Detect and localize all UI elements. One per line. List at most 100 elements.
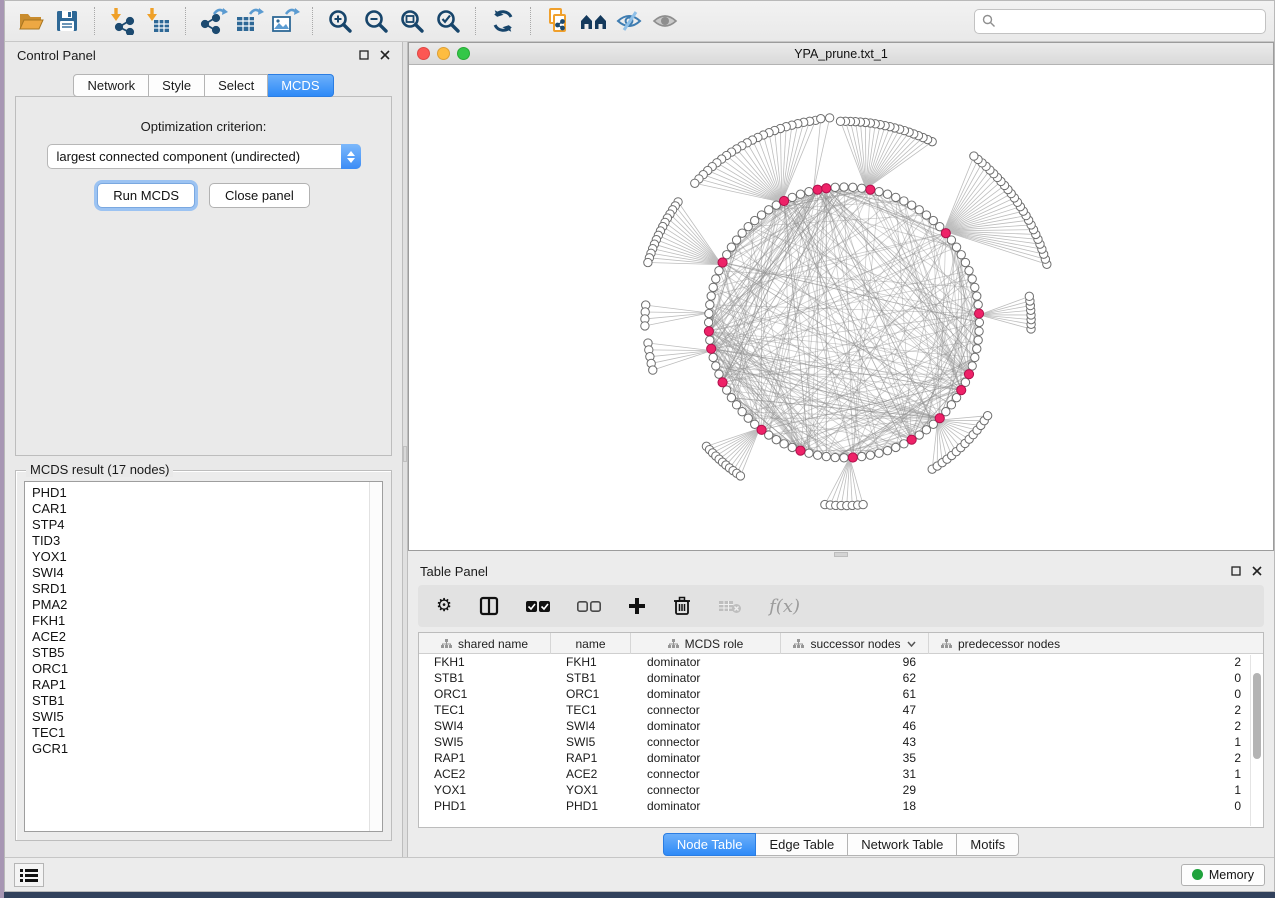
import-table-button[interactable] bbox=[140, 4, 176, 38]
vertical-splitter-handle[interactable] bbox=[403, 446, 407, 462]
table-cell[interactable]: 2 bbox=[929, 750, 1263, 766]
table-cell[interactable]: ORC1 bbox=[551, 686, 631, 702]
table-row[interactable]: STB1STB1dominator620 bbox=[419, 670, 1263, 686]
column-header-name[interactable]: name bbox=[551, 633, 631, 654]
table-cell[interactable]: 46 bbox=[781, 718, 929, 734]
column-header-shared-name[interactable]: shared name bbox=[419, 633, 551, 654]
open-session-button[interactable] bbox=[13, 4, 49, 38]
zoom-selected-button[interactable] bbox=[430, 4, 466, 38]
network-canvas[interactable] bbox=[409, 65, 1273, 550]
export-image-button[interactable] bbox=[267, 4, 303, 38]
mcds-node-item[interactable]: ORC1 bbox=[32, 661, 369, 677]
tab-style[interactable]: Style bbox=[149, 74, 205, 97]
column-header-predecessor-nodes[interactable]: predecessor nodes bbox=[929, 633, 1263, 654]
mcds-list-scrollbar[interactable] bbox=[369, 482, 382, 831]
table-cell[interactable]: SWI4 bbox=[551, 718, 631, 734]
table-cell[interactable]: dominator bbox=[631, 718, 781, 734]
close-panel-icon[interactable] bbox=[1251, 566, 1262, 577]
zoom-out-button[interactable] bbox=[358, 4, 394, 38]
table-cell[interactable]: 2 bbox=[929, 702, 1263, 718]
float-panel-icon[interactable] bbox=[1230, 566, 1241, 577]
task-history-button[interactable] bbox=[14, 863, 44, 887]
table-cell[interactable]: connector bbox=[631, 766, 781, 782]
table-cell[interactable]: dominator bbox=[631, 654, 781, 670]
table-cell[interactable]: 96 bbox=[781, 654, 929, 670]
mcds-node-item[interactable]: YOX1 bbox=[32, 549, 369, 565]
mcds-node-item[interactable]: PMA2 bbox=[32, 597, 369, 613]
table-scrollbar-thumb[interactable] bbox=[1253, 673, 1261, 759]
table-row[interactable]: ORC1ORC1dominator610 bbox=[419, 686, 1263, 702]
table-cell[interactable]: RAP1 bbox=[419, 750, 551, 766]
table-cell[interactable]: STB1 bbox=[419, 670, 551, 686]
close-panel-icon[interactable] bbox=[379, 50, 390, 61]
tab-network-table[interactable]: Network Table bbox=[848, 833, 957, 856]
network-from-selection-button[interactable] bbox=[540, 4, 576, 38]
table-row[interactable]: SWI4SWI4dominator462 bbox=[419, 718, 1263, 734]
mcds-result-list[interactable]: PHD1CAR1STP4TID3YOX1SWI4SRD1PMA2FKH1ACE2… bbox=[25, 482, 369, 831]
table-cell[interactable]: PHD1 bbox=[419, 798, 551, 814]
table-cell[interactable]: PHD1 bbox=[551, 798, 631, 814]
mcds-node-item[interactable]: CAR1 bbox=[32, 501, 369, 517]
table-cell[interactable]: SWI5 bbox=[419, 734, 551, 750]
table-cell[interactable]: 31 bbox=[781, 766, 929, 782]
show-all-button[interactable] bbox=[648, 4, 684, 38]
close-panel-button[interactable]: Close panel bbox=[209, 183, 310, 208]
refresh-button[interactable] bbox=[485, 4, 521, 38]
table-cell[interactable]: 1 bbox=[929, 734, 1263, 750]
table-cell[interactable]: 29 bbox=[781, 782, 929, 798]
export-network-button[interactable] bbox=[195, 4, 231, 38]
table-cell[interactable]: YOX1 bbox=[419, 782, 551, 798]
table-cell[interactable]: connector bbox=[631, 782, 781, 798]
delete-column-button[interactable] bbox=[673, 596, 691, 616]
table-cell[interactable]: 35 bbox=[781, 750, 929, 766]
table-cell[interactable]: TEC1 bbox=[419, 702, 551, 718]
table-cell[interactable]: 62 bbox=[781, 670, 929, 686]
table-cell[interactable]: ACE2 bbox=[419, 766, 551, 782]
table-row[interactable]: PHD1PHD1dominator180 bbox=[419, 798, 1263, 814]
import-network-button[interactable] bbox=[104, 4, 140, 38]
table-row[interactable]: FKH1FKH1dominator962 bbox=[419, 654, 1263, 670]
zoom-in-button[interactable] bbox=[322, 4, 358, 38]
table-cell[interactable]: dominator bbox=[631, 750, 781, 766]
table-scrollbar[interactable] bbox=[1250, 655, 1262, 826]
network-window-titlebar[interactable]: YPA_prune.txt_1 bbox=[409, 43, 1273, 65]
tab-edge-table[interactable]: Edge Table bbox=[756, 833, 848, 856]
add-column-button[interactable] bbox=[628, 597, 646, 615]
table-cell[interactable]: ACE2 bbox=[551, 766, 631, 782]
table-cell[interactable]: 47 bbox=[781, 702, 929, 718]
table-row[interactable]: SWI5SWI5connector431 bbox=[419, 734, 1263, 750]
search-input[interactable] bbox=[1001, 14, 1258, 29]
table-cell[interactable]: RAP1 bbox=[551, 750, 631, 766]
mcds-node-item[interactable]: SWI4 bbox=[32, 565, 369, 581]
table-row[interactable]: ACE2ACE2connector311 bbox=[419, 766, 1263, 782]
table-cell[interactable]: ORC1 bbox=[419, 686, 551, 702]
table-cell[interactable]: dominator bbox=[631, 686, 781, 702]
table-cell[interactable]: dominator bbox=[631, 670, 781, 686]
mcds-node-item[interactable]: RAP1 bbox=[32, 677, 369, 693]
table-settings-button[interactable]: ⚙ bbox=[436, 597, 452, 615]
mcds-node-item[interactable]: TID3 bbox=[32, 533, 369, 549]
table-cell[interactable]: 0 bbox=[929, 798, 1263, 814]
table-cell[interactable]: FKH1 bbox=[419, 654, 551, 670]
tab-node-table[interactable]: Node Table bbox=[663, 833, 757, 856]
mcds-node-item[interactable]: ACE2 bbox=[32, 629, 369, 645]
table-cell[interactable]: dominator bbox=[631, 798, 781, 814]
table-cell[interactable]: YOX1 bbox=[551, 782, 631, 798]
float-panel-icon[interactable] bbox=[358, 50, 369, 61]
table-cell[interactable]: FKH1 bbox=[551, 654, 631, 670]
table-cell[interactable]: connector bbox=[631, 734, 781, 750]
select-all-button[interactable] bbox=[526, 599, 550, 613]
table-row[interactable]: YOX1YOX1connector291 bbox=[419, 782, 1263, 798]
tab-motifs[interactable]: Motifs bbox=[957, 833, 1019, 856]
tab-network[interactable]: Network bbox=[73, 74, 149, 97]
table-cell[interactable]: connector bbox=[631, 702, 781, 718]
hide-selected-button[interactable] bbox=[612, 4, 648, 38]
mcds-node-item[interactable]: TEC1 bbox=[32, 725, 369, 741]
mcds-node-item[interactable]: STB1 bbox=[32, 693, 369, 709]
tab-select[interactable]: Select bbox=[205, 74, 268, 97]
table-cell[interactable]: 2 bbox=[929, 718, 1263, 734]
table-cell[interactable]: 1 bbox=[929, 766, 1263, 782]
table-cell[interactable]: 43 bbox=[781, 734, 929, 750]
mcds-node-item[interactable]: SWI5 bbox=[32, 709, 369, 725]
mcds-node-item[interactable]: PHD1 bbox=[32, 485, 369, 501]
